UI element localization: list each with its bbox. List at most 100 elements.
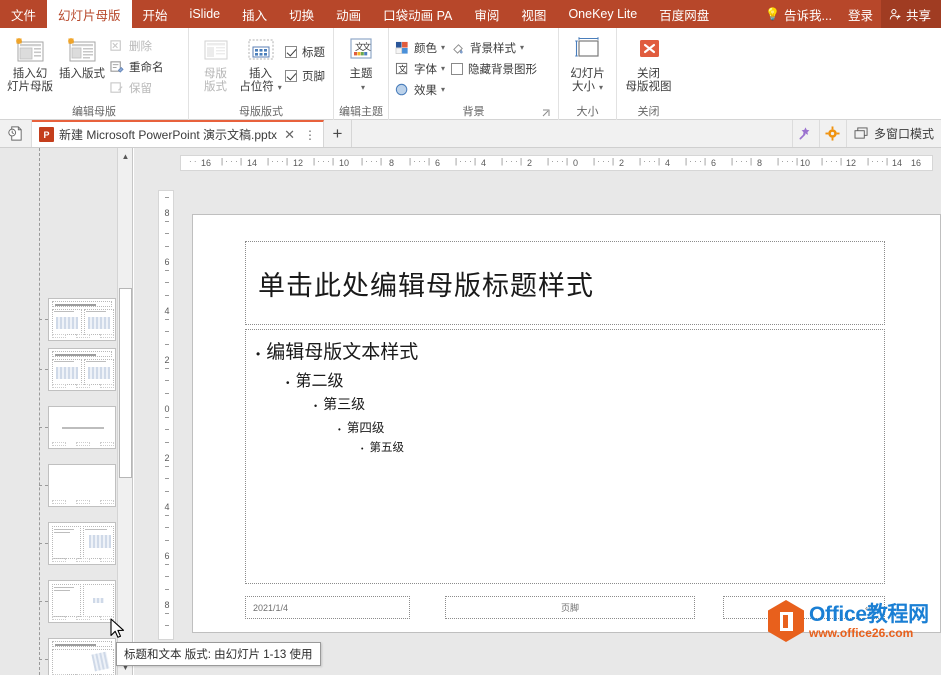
ribbon-group-background-label: 背景 <box>393 104 554 120</box>
share-button[interactable]: 共享 <box>881 0 941 28</box>
effects-button[interactable]: 效果 ▾ <box>393 79 449 100</box>
document-history-icon[interactable] <box>0 120 32 147</box>
hruler-minor-marks: | · · · | <box>455 157 476 166</box>
hide-bg-graphics-checkbox[interactable] <box>451 63 463 75</box>
preserve-button[interactable]: 保留 <box>108 77 168 98</box>
fonts-button[interactable]: 文 字体 ▾ <box>393 58 449 79</box>
insert-layout-label: 插入版式 <box>59 68 105 81</box>
body-level-1: • 编辑母版文本样式 <box>256 337 874 364</box>
site-watermark: Office教程网 www.office26.com <box>768 600 929 642</box>
hruler-tick: 4 <box>665 156 670 170</box>
close-icon[interactable]: ✕ <box>282 127 297 143</box>
body-level-2-text: 第二级 <box>296 367 344 391</box>
hruler-tick: 8 <box>757 156 762 170</box>
insert-placeholder-label: 插入占位符▾ <box>239 68 282 94</box>
list-item[interactable] <box>48 464 116 507</box>
multi-window-mode-button[interactable]: 多窗口模式 <box>846 120 941 147</box>
vruler-tick: 2 <box>159 356 174 365</box>
footer-checkbox-row[interactable]: 页脚 <box>283 64 329 88</box>
rename-button[interactable]: 重命名 <box>108 56 168 77</box>
delete-label: 删除 <box>129 38 152 54</box>
vruler-tick: 8 <box>159 601 174 610</box>
close-master-view-button[interactable]: 关闭母版视图 <box>623 34 675 96</box>
ribbon-tab-onekey-lite[interactable]: OneKey Lite <box>557 0 648 28</box>
theme-icon: 文 文 <box>344 36 378 66</box>
title-checkbox-row[interactable]: 标题 <box>283 40 329 64</box>
bullet-icon: • <box>286 378 290 389</box>
insert-placeholder-button[interactable]: 插入占位符▾ <box>238 34 283 96</box>
hruler-tick: 14 <box>247 156 257 170</box>
ribbon-group-edit-master: 插入幻灯片母版 <box>0 28 188 120</box>
ribbon-group-close-label: 关闭 <box>621 104 676 120</box>
tab-menu-icon[interactable]: ⋮ <box>302 128 318 142</box>
hide-bg-graphics-row[interactable]: 隐藏背景图形 <box>449 58 541 79</box>
scrollbar-thumb[interactable] <box>119 288 132 478</box>
magic-wand-button[interactable] <box>792 120 819 147</box>
bullet-icon: • <box>256 347 260 361</box>
tell-me-button[interactable]: 💡 告诉我... <box>757 0 840 28</box>
hruler-minor-marks: | · · · | <box>361 157 382 166</box>
list-item[interactable] <box>48 298 116 341</box>
delete-icon <box>110 39 125 53</box>
hruler-tick: 4 <box>481 156 486 170</box>
vertical-ruler[interactable]: 8 6 4 2 0 2 4 6 8 <box>158 190 174 640</box>
master-layout-button[interactable]: 母版版式 <box>193 34 238 96</box>
master-layout-icon <box>199 36 233 66</box>
theme-button[interactable]: 文 文 主题▾ <box>338 34 384 96</box>
bullet-icon: • <box>314 401 317 411</box>
horizontal-ruler[interactable]: 16 14 12 10 8 6 4 2 0 2 4 6 8 10 12 14 1… <box>180 155 933 171</box>
colors-button[interactable]: 颜色 ▾ <box>393 37 449 58</box>
footer-placeholder[interactable]: 页脚 <box>445 596 695 619</box>
slide-layout-thumbnail-panel[interactable]: ▲ ▼ <box>0 148 133 675</box>
document-tab-filler <box>352 120 792 147</box>
ribbon-tab-transitions[interactable]: 切换 <box>278 0 325 28</box>
slide-master-canvas[interactable]: 单击此处编辑母版标题样式 • 编辑母版文本样式 • 第二级 • 第三级 • 第四… <box>192 214 941 633</box>
ribbon-tab-file[interactable]: 文件 <box>0 0 47 28</box>
title-placeholder[interactable]: 单击此处编辑母版标题样式 <box>245 241 885 325</box>
vruler-tick: 6 <box>159 552 174 561</box>
hruler-tick: 0 <box>573 156 578 170</box>
hruler-minor-marks: | · · · | <box>501 157 522 166</box>
footer-checkbox[interactable] <box>285 70 297 82</box>
sign-in-button[interactable]: 登录 <box>840 0 881 28</box>
ribbon-tab-home[interactable]: 开始 <box>132 0 179 28</box>
list-item[interactable] <box>48 406 116 449</box>
body-placeholder[interactable]: • 编辑母版文本样式 • 第二级 • 第三级 • 第四级 • 第五级 <box>245 329 885 584</box>
insert-slide-master-button[interactable]: 插入幻灯片母版 <box>4 34 56 96</box>
slide-size-button[interactable]: 幻灯片大小▾ <box>563 34 612 96</box>
thumb-connector <box>39 659 48 660</box>
ribbon-tab-slide-master[interactable]: 幻灯片母版 <box>47 0 132 28</box>
title-checkbox[interactable] <box>285 46 297 58</box>
scroll-up-button[interactable]: ▲ <box>118 148 133 164</box>
ribbon-tab-animations[interactable]: 动画 <box>325 0 372 28</box>
ribbon-tab-baidu-netdisk[interactable]: 百度网盘 <box>648 0 720 28</box>
list-item[interactable] <box>48 580 116 623</box>
delete-button[interactable]: 删除 <box>108 35 168 56</box>
new-tab-button[interactable]: + <box>324 120 352 147</box>
document-tab-active[interactable]: P 新建 Microsoft PowerPoint 演示文稿.pptx ✕ ⋮ <box>32 120 324 147</box>
list-item[interactable] <box>48 638 116 675</box>
ribbon-group-close: 关闭母版视图 关闭 <box>616 28 680 120</box>
vruler-tick: 2 <box>159 454 174 463</box>
ribbon-tab-islide[interactable]: iSlide <box>179 0 232 28</box>
hruler-minor-marks: | · · · | <box>221 157 242 166</box>
colors-caret-icon: ▾ <box>441 43 445 52</box>
list-item[interactable] <box>48 522 116 565</box>
insert-layout-button[interactable]: 插入版式 <box>56 34 108 83</box>
mouse-cursor <box>110 618 125 640</box>
ribbon-tab-pocket-animation[interactable]: 口袋动画 PA <box>372 0 463 28</box>
ribbon-tab-view[interactable]: 视图 <box>510 0 557 28</box>
ribbon-tab-insert[interactable]: 插入 <box>231 0 278 28</box>
gear-button[interactable] <box>819 120 846 147</box>
thumb-connector <box>39 369 48 370</box>
background-dialog-launcher[interactable] <box>542 109 552 119</box>
thumbnail-scrollbar[interactable]: ▲ ▼ <box>117 148 132 675</box>
close-master-view-label: 关闭母版视图 <box>626 68 672 94</box>
effects-caret-icon: ▾ <box>441 85 445 94</box>
body-level-2: • 第二级 <box>286 367 874 391</box>
list-item[interactable] <box>48 348 116 391</box>
date-placeholder[interactable]: 2021/1/4 <box>245 596 410 619</box>
theme-label: 主题▾ <box>350 68 373 94</box>
background-styles-button[interactable]: 背景样式 ▾ <box>449 37 541 58</box>
ribbon-tab-review[interactable]: 审阅 <box>463 0 510 28</box>
